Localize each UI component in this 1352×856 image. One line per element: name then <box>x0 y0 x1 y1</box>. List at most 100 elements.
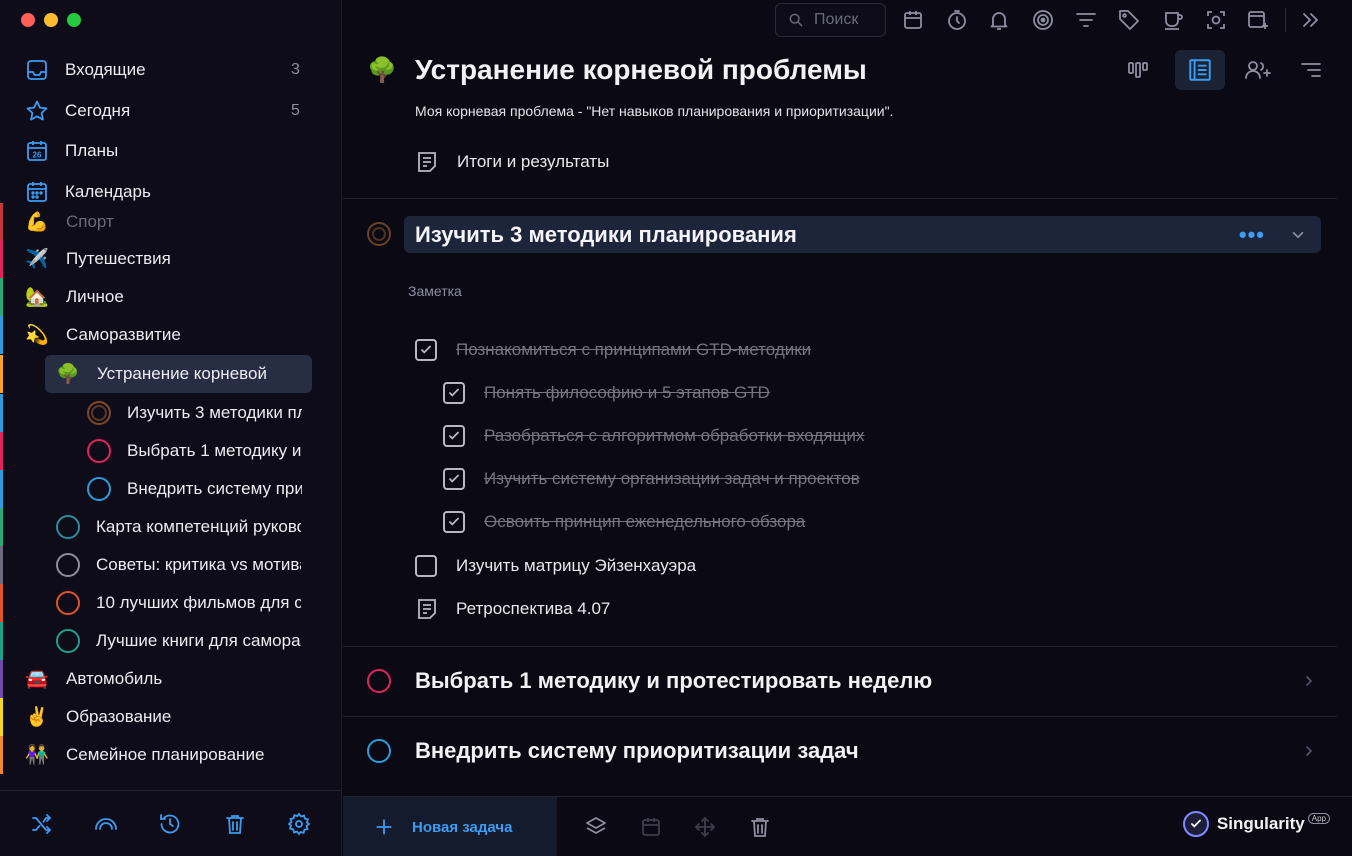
project-label: Спорт <box>66 212 114 231</box>
project-best-books[interactable]: Лучшие книги для саморазвития <box>0 622 341 660</box>
task-title: Выбрать 1 методику и протестировать неде… <box>415 668 933 693</box>
check-icon <box>449 431 459 440</box>
calendar-disabled-icon <box>642 818 660 836</box>
checklist-text[interactable]: Изучить систему организации задач и прое… <box>484 469 860 489</box>
project-advice-criticism[interactable]: Советы: критика vs мотивация <box>0 546 341 584</box>
new-task-button[interactable]: Новая задача <box>343 797 557 856</box>
timer-icon[interactable] <box>945 8 969 32</box>
bell-icon[interactable] <box>987 8 1011 32</box>
project-task-choose-method[interactable]: Выбрать 1 методику и протестировать неде… <box>0 432 341 470</box>
checklist-text[interactable]: Ретроспектива 4.07 <box>456 599 610 619</box>
project-competence-map[interactable]: Карта компетенций руководителя <box>0 508 341 546</box>
check-icon <box>449 388 459 397</box>
project-family-planning[interactable]: 👫 Семейное планирование <box>0 736 341 774</box>
project-task-study-methods[interactable]: Изучить 3 методики планирования <box>0 394 341 432</box>
task-status-ring[interactable] <box>56 515 80 539</box>
double-chevron-right-icon[interactable] <box>1298 8 1322 32</box>
checklist-text[interactable]: Познакомиться с принципами GTD-методики <box>456 340 811 360</box>
project-root-problem[interactable]: 🌳 Устранение корневой <box>0 355 341 393</box>
task-row[interactable]: Внедрить систему приоритизации задач <box>367 736 1321 766</box>
trash-icon[interactable] <box>223 812 247 836</box>
scan-icon[interactable] <box>1204 8 1228 32</box>
brand-tag: App <box>1307 812 1330 824</box>
search-box[interactable]: Поиск <box>775 3 886 37</box>
tag-icon[interactable] <box>1117 8 1141 32</box>
project-emoji: 🚘 <box>25 669 49 690</box>
project-color-bar <box>0 278 3 316</box>
chevron-down-icon[interactable] <box>1289 226 1307 244</box>
project-task-prioritization[interactable]: Внедрить систему приоритизации задач <box>0 470 341 508</box>
check-icon <box>449 517 459 526</box>
gear-icon[interactable] <box>287 812 311 836</box>
task-status-ring[interactable] <box>87 439 111 463</box>
toolbar-divider <box>1285 8 1286 32</box>
shuffle-icon[interactable] <box>30 812 54 836</box>
board-view-button[interactable] <box>1113 50 1163 90</box>
project-color-bar <box>0 736 3 774</box>
task-title-bar[interactable]: Изучить 3 методики планирования ••• <box>404 216 1321 253</box>
task-row[interactable]: Выбрать 1 методику и протестировать неде… <box>367 666 1321 696</box>
results-note[interactable]: Итоги и результаты <box>415 150 609 174</box>
project-emoji: 💪 <box>25 212 49 233</box>
checkbox[interactable] <box>443 382 465 404</box>
project-emoji: 🏡 <box>25 287 49 308</box>
brand-logo: Singularity App <box>1182 811 1330 837</box>
sort-icon <box>1301 63 1321 77</box>
task-status-ring[interactable] <box>87 401 111 425</box>
checklist-text[interactable]: Понять философию и 5 этапов GTD <box>484 383 770 403</box>
checklist-item: Разобраться с алгоритмом обработки входя… <box>443 424 865 448</box>
project-self-development[interactable]: 💫 Саморазвитие <box>0 316 341 354</box>
project-sport[interactable]: 💪 Спорт <box>0 203 341 241</box>
checkbox[interactable] <box>415 555 437 577</box>
nav-plans[interactable]: 26 Планы <box>0 131 341 172</box>
checklist-item: Освоить принцип еженедельного обзора <box>443 510 805 534</box>
task-status-ring[interactable] <box>367 739 391 763</box>
task-title[interactable]: Изучить 3 методики планирования <box>415 222 1239 248</box>
project-personal[interactable]: 🏡 Личное <box>0 278 341 316</box>
project-top-films[interactable]: 10 лучших фильмов для саморазвития <box>0 584 341 622</box>
sort-button[interactable] <box>1286 50 1336 90</box>
minimize-window-button[interactable] <box>44 13 58 27</box>
checklist-item: Изучить матрицу Эйзенхауэра <box>415 554 696 578</box>
focus-icon[interactable] <box>1031 8 1055 32</box>
zoom-window-button[interactable] <box>67 13 81 27</box>
chevron-right-icon[interactable] <box>1301 743 1317 759</box>
filter-icon[interactable] <box>1074 8 1098 32</box>
task-status-ring[interactable] <box>56 591 80 615</box>
add-member-button[interactable] <box>1233 50 1283 90</box>
note-icon <box>418 599 436 619</box>
checklist-text[interactable]: Освоить принцип еженедельного обзора <box>484 512 805 532</box>
checkbox[interactable] <box>415 339 437 361</box>
calendar-toolbar-icon[interactable] <box>901 8 925 32</box>
checkbox[interactable] <box>443 511 465 533</box>
task-status-ring[interactable] <box>56 629 80 653</box>
checkbox[interactable] <box>443 425 465 447</box>
project-education[interactable]: ✌️ Образование <box>0 698 341 736</box>
layers-icon[interactable] <box>584 815 608 839</box>
checklist-text[interactable]: Изучить матрицу Эйзенхауэра <box>456 556 696 576</box>
task-status-ring[interactable] <box>87 477 111 501</box>
history-icon[interactable] <box>158 812 182 836</box>
rainbow-icon[interactable] <box>94 812 118 836</box>
checklist-text[interactable]: Разобраться с алгоритмом обработки входя… <box>484 426 865 446</box>
task-status-ring[interactable] <box>367 669 391 693</box>
close-window-button[interactable] <box>21 13 35 27</box>
plus-icon <box>376 819 392 835</box>
checkbox[interactable] <box>443 468 465 490</box>
project-car[interactable]: 🚘 Автомобиль <box>0 660 341 698</box>
coffee-icon[interactable] <box>1161 8 1185 32</box>
task-status-ring[interactable] <box>367 222 391 246</box>
nav-today[interactable]: Сегодня 5 <box>0 91 341 132</box>
trash-icon[interactable] <box>748 815 772 839</box>
results-note-label: Итоги и результаты <box>457 152 610 171</box>
task-status-ring[interactable] <box>56 553 80 577</box>
project-description[interactable]: Моя корневая проблема - "Нет навыков пла… <box>415 103 893 119</box>
nav-inbox[interactable]: Входящие 3 <box>0 50 341 91</box>
project-travel[interactable]: ✈️ Путешествия <box>0 240 341 278</box>
page-title[interactable]: Устранение корневой проблемы <box>415 54 867 86</box>
note-placeholder[interactable]: Заметка <box>408 283 462 299</box>
add-window-icon[interactable] <box>1246 8 1270 32</box>
more-options-icon[interactable]: ••• <box>1239 222 1265 248</box>
list-view-button[interactable] <box>1175 50 1225 90</box>
chevron-right-icon[interactable] <box>1301 673 1317 689</box>
